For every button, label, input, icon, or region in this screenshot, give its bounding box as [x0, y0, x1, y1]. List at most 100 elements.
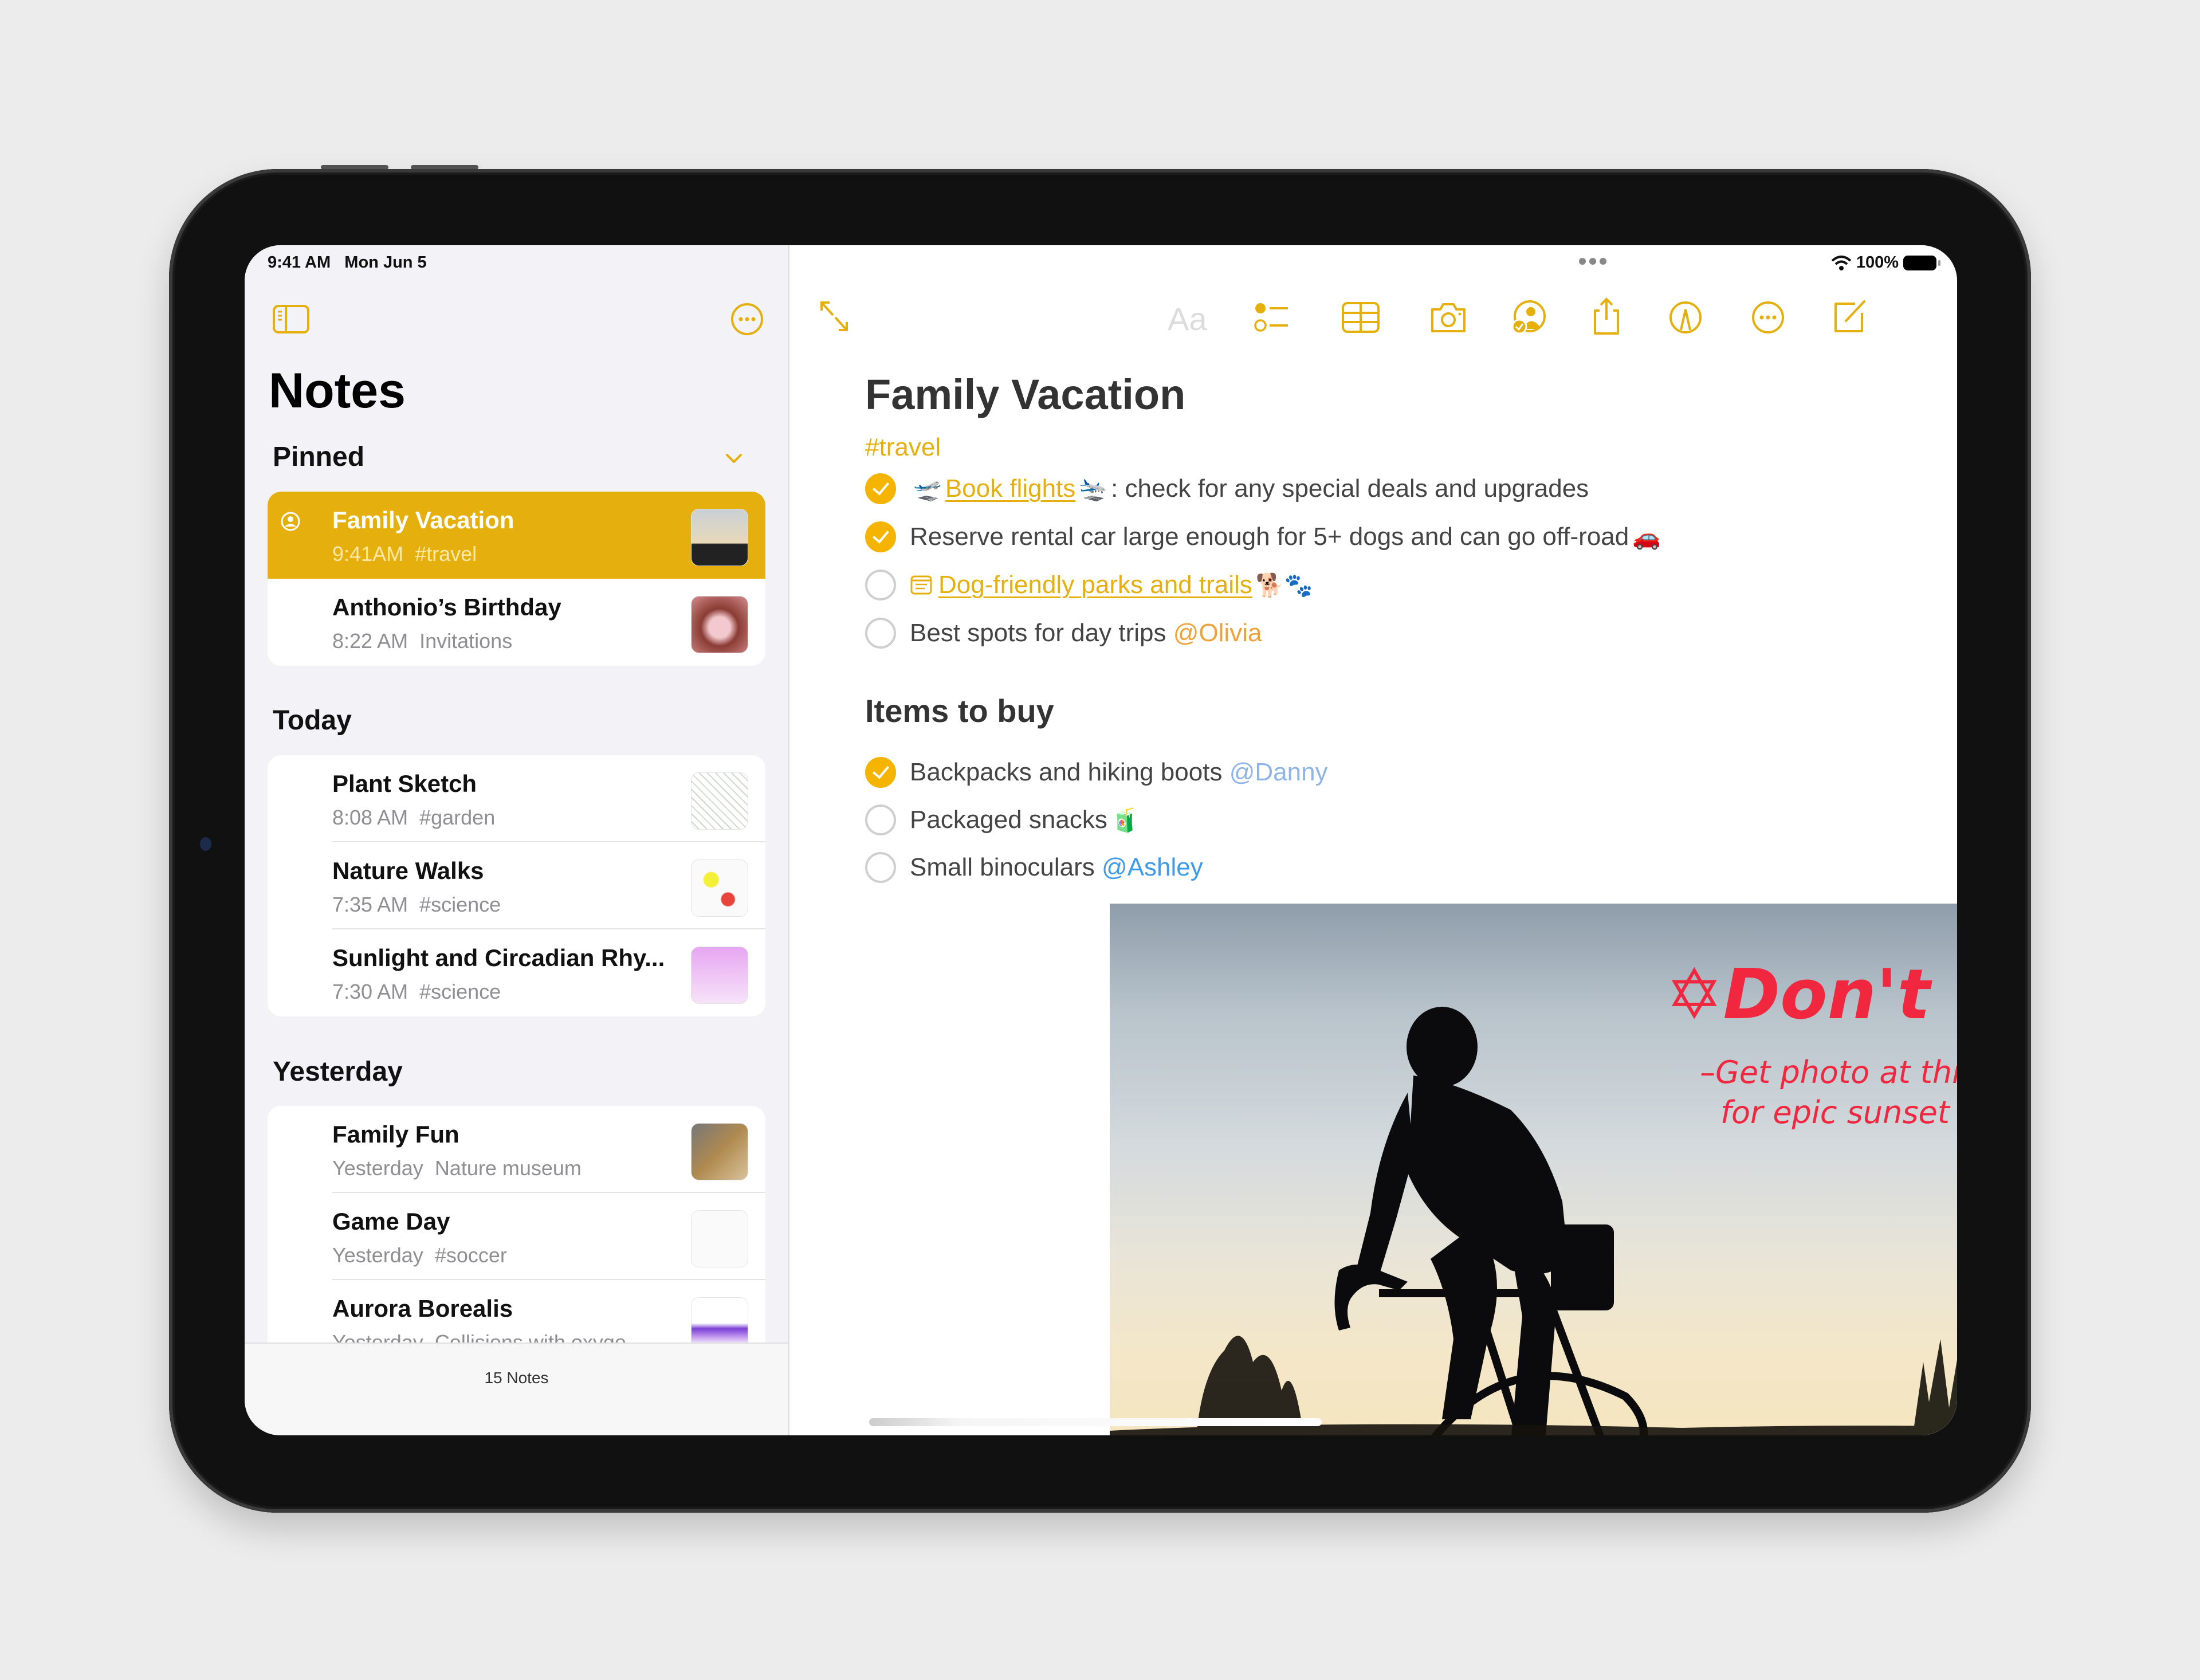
notes-sidebar: 9:41 AM Mon Jun 5 Notes Pinned Family Va… [245, 245, 789, 1435]
notes-count: 15 Notes [484, 1369, 549, 1387]
sidebar-footer: 15 Notes [245, 1343, 788, 1435]
note-thumbnail [691, 947, 748, 1004]
checklist-item: Small binoculars @Ashley [865, 850, 1203, 885]
handwriting-dont-forget: ✡Don't forget [1665, 955, 1957, 1035]
status-date: Mon Jun 5 [344, 253, 427, 272]
checkbox-checked[interactable] [865, 757, 896, 788]
airplane-departure-emoji: 🛫 [913, 476, 942, 503]
mention-olivia[interactable]: @Olivia [1173, 619, 1262, 647]
car-emoji: 🚗 [1632, 524, 1661, 551]
dog-friendly-parks-link[interactable]: Dog-friendly parks and trails [938, 571, 1252, 599]
note-item-sunlight-circadian[interactable]: Sunlight and Circadian Rhy... 7:30 AM #s… [268, 929, 765, 1016]
note-title: Family Vacation [332, 507, 514, 533]
camera-icon[interactable] [1429, 301, 1468, 333]
expand-icon[interactable] [818, 299, 850, 333]
checklist-text: : check for any special deals and upgrad… [1111, 474, 1589, 503]
pinned-notes-list: Family Vacation 9:41AM #travel Anthonio’… [268, 492, 765, 666]
attached-photo[interactable]: ✡Don't forget –Get photo at this locatio… [1110, 904, 1957, 1435]
checkbox-checked[interactable] [865, 521, 896, 552]
note-item-game-day[interactable]: Game Day Yesterday #soccer [268, 1193, 765, 1280]
note-thumbnail [691, 772, 748, 830]
section-today-title: Today [273, 705, 352, 736]
section-heading: Items to buy [865, 693, 1054, 729]
checklist-item: Backpacks and hiking boots @Danny [865, 755, 1328, 790]
battery-icon [1903, 255, 1940, 270]
note-title[interactable]: Family Vacation [865, 370, 1185, 419]
checklist-item: 🛫 Book flights 🛬 : check for any special… [865, 472, 1589, 506]
checklist-item: Packaged snacks 🧃 [865, 803, 1143, 837]
checkbox-checked[interactable] [865, 473, 896, 504]
sidebar-title: Notes [269, 363, 406, 418]
note-thumbnail [691, 509, 748, 566]
note-title: Anthonio’s Birthday [332, 594, 561, 621]
home-indicator[interactable] [869, 1418, 1322, 1426]
checkbox-unchecked[interactable] [865, 570, 896, 600]
checklist-text: Packaged snacks [910, 806, 1107, 834]
note-meta: Yesterday #soccer [332, 1243, 507, 1267]
checklist-text: Small binoculars [910, 853, 1095, 881]
checklist-item: Reserve rental car large enough for 5+ d… [865, 520, 1664, 554]
ellipsis-circle-icon[interactable] [730, 303, 764, 336]
checklist-item: Dog-friendly parks and trails 🐕🐾 [865, 568, 1316, 602]
section-yesterday-title: Yesterday [273, 1057, 403, 1087]
yesterday-notes-list: Family Fun Yesterday Nature museum Game … [268, 1106, 765, 1347]
airplane-arrival-emoji: 🛬 [1079, 476, 1108, 503]
compose-icon[interactable] [1832, 298, 1868, 335]
note-meta: 7:30 AM #science [332, 980, 501, 1003]
note-item-plant-sketch[interactable]: Plant Sketch 8:08 AM #garden [268, 755, 765, 842]
share-icon[interactable] [1592, 297, 1621, 336]
note-item-anthonios-birthday[interactable]: Anthonio’s Birthday 8:22 AM Invitations [268, 579, 765, 666]
collaborate-icon[interactable] [1510, 299, 1547, 336]
markup-icon[interactable] [1668, 300, 1703, 335]
note-thumbnail [691, 1123, 748, 1180]
format-text-button[interactable]: Aa [1168, 300, 1207, 337]
table-icon[interactable] [1341, 301, 1380, 333]
checkbox-unchecked[interactable] [865, 804, 896, 835]
checklist-text: Backpacks and hiking boots [910, 758, 1223, 786]
mention-danny[interactable]: @Danny [1229, 758, 1328, 787]
note-title: Nature Walks [332, 857, 484, 884]
status-right: 100% [1831, 253, 1940, 272]
battery-percent: 100% [1856, 253, 1899, 272]
mention-ashley[interactable]: @Ashley [1102, 853, 1203, 882]
section-pinned-title: Pinned [273, 442, 365, 472]
handwriting-line: for epic sunset [1720, 1094, 1950, 1131]
shared-person-icon [280, 511, 301, 532]
checklist-text: Best spots for day trips [910, 619, 1166, 647]
more-icon[interactable] [1751, 300, 1785, 335]
today-notes-list: Plant Sketch 8:08 AM #garden Nature Walk… [268, 755, 765, 1016]
screen: 9:41 AM Mon Jun 5 Notes Pinned Family Va… [245, 245, 1957, 1435]
checklist-text: Reserve rental car large enough for 5+ d… [910, 523, 1629, 551]
dog-paws-emoji: 🐕🐾 [1255, 572, 1313, 599]
front-camera [200, 837, 211, 851]
handwriting-note: –Get photo at this location for epic sun… [1700, 1053, 1957, 1133]
note-title: Game Day [332, 1208, 450, 1235]
wifi-icon [1831, 255, 1852, 271]
multitasking-grabber[interactable] [1579, 258, 1606, 265]
note-meta: 8:22 AM Invitations [332, 629, 513, 653]
book-flights-link[interactable]: Book flights [945, 474, 1075, 503]
checkbox-unchecked[interactable] [865, 852, 896, 883]
checklist-icon[interactable] [1254, 300, 1290, 335]
chevron-down-icon[interactable] [725, 453, 743, 464]
note-meta: 8:08 AM #garden [332, 806, 496, 829]
note-title: Aurora Borealis [332, 1295, 513, 1322]
note-thumbnail [691, 1297, 748, 1347]
handwriting-line: –Get photo at this location [1700, 1054, 1957, 1090]
status-time-date: 9:41 AM Mon Jun 5 [268, 253, 427, 272]
note-item-aurora-borealis[interactable]: Aurora Borealis Yesterday Collisions wit… [268, 1280, 765, 1347]
juice-box-emoji: 🧃 [1110, 807, 1140, 834]
note-item-nature-walks[interactable]: Nature Walks 7:35 AM #science [268, 842, 765, 929]
note-title: Plant Sketch [332, 770, 477, 797]
note-tag[interactable]: #travel [865, 433, 941, 462]
note-item-family-fun[interactable]: Family Fun Yesterday Nature museum [268, 1106, 765, 1193]
note-meta: 7:35 AM #science [332, 893, 501, 916]
sidebar-icon[interactable] [272, 304, 310, 334]
note-title: Family Fun [332, 1121, 459, 1148]
note-editor: 100% Aa Family Vacation #travel 🛫 Book f… [789, 245, 1957, 1435]
note-thumbnail [691, 859, 748, 917]
note-thumbnail [691, 1210, 748, 1267]
checkbox-unchecked[interactable] [865, 618, 896, 649]
note-meta: 9:41AM #travel [332, 542, 477, 566]
note-item-family-vacation[interactable]: Family Vacation 9:41AM #travel [268, 492, 765, 579]
